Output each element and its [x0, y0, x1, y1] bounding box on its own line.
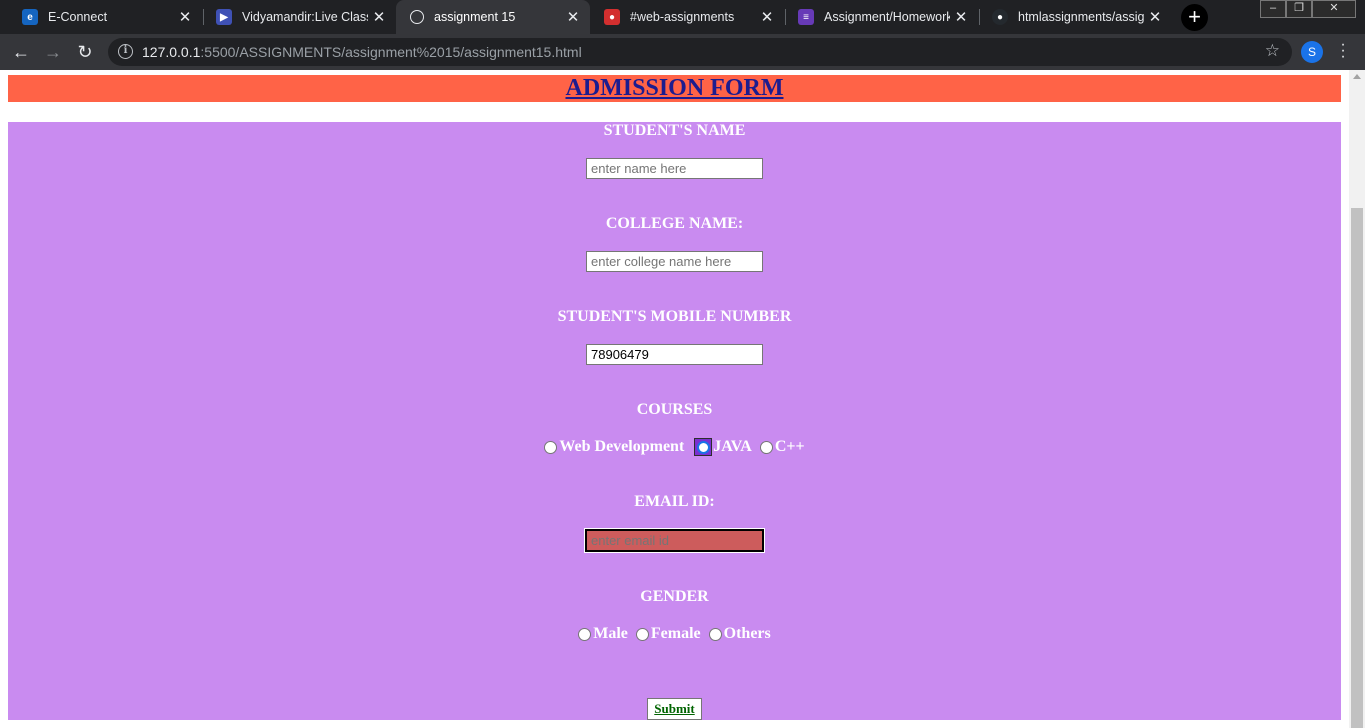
page-title: ADMISSION FORM: [565, 75, 784, 101]
email-label: EMAIL ID:: [634, 493, 715, 510]
college-name-input[interactable]: [586, 251, 763, 272]
admission-form: STUDENT'S NAME COLLEGE NAME: STUDENT'S M…: [8, 122, 1341, 720]
submit-button[interactable]: Submit: [647, 698, 702, 720]
reload-icon[interactable]: ↻: [73, 40, 97, 64]
profile-avatar[interactable]: S: [1301, 41, 1323, 63]
gender-male-label: Male: [593, 625, 628, 642]
course-java-focus-ring: [694, 438, 713, 456]
tab-title: htmlassignments/assign: [1018, 10, 1144, 24]
tab-live-class[interactable]: ▶ Vidyamandir:Live Class ✕: [202, 0, 396, 34]
page-header: ADMISSION FORM: [8, 75, 1341, 102]
close-icon[interactable]: ✕: [950, 8, 972, 26]
tab-strip: e E-Connect ✕ ▶ Vidyamandir:Live Class ✕…: [0, 0, 1365, 34]
window-close-button[interactable]: ✕: [1312, 0, 1356, 18]
back-arrow-icon[interactable]: ←: [9, 40, 33, 64]
list-icon: ≡: [798, 9, 814, 25]
address-bar[interactable]: i 127.0.0.1:5500/ASSIGNMENTS/assignment%…: [108, 38, 1292, 66]
course-java-radio[interactable]: [696, 440, 710, 454]
browser-toolbar: ← → ↻ i 127.0.0.1:5500/ASSIGNMENTS/assig…: [0, 34, 1365, 70]
course-web-radio[interactable]: [544, 440, 558, 454]
tab-assignment-homework[interactable]: ≡ Assignment/Homework ✕: [784, 0, 978, 34]
course-web-label: Web Development: [559, 438, 685, 455]
new-tab-button[interactable]: +: [1181, 4, 1208, 31]
close-icon[interactable]: ✕: [1144, 8, 1166, 26]
courses-radio-group: Web Development JAVA C++: [8, 438, 1341, 456]
live-class-icon: ▶: [216, 9, 232, 25]
page-scrollbar[interactable]: [1349, 70, 1365, 728]
bookmark-star-icon[interactable]: ☆: [1265, 41, 1280, 61]
chat-icon: ●: [604, 9, 620, 25]
student-name-label: STUDENT'S NAME: [603, 122, 746, 139]
minimize-button[interactable]: –: [1260, 0, 1286, 18]
page-viewport: ADMISSION FORM STUDENT'S NAME COLLEGE NA…: [0, 70, 1349, 728]
url-path: :5500/ASSIGNMENTS/assignment%2015/assign…: [200, 44, 582, 60]
gender-female-label: Female: [650, 625, 701, 642]
gender-male-radio[interactable]: [578, 627, 592, 641]
more-menu-icon[interactable]: · · ·: [1338, 37, 1348, 65]
gender-label: GENDER: [640, 588, 709, 605]
window-controls: – ❐ ✕: [1260, 0, 1356, 18]
course-cpp-radio[interactable]: [759, 440, 773, 454]
student-name-input[interactable]: [586, 158, 763, 179]
scroll-thumb[interactable]: [1351, 208, 1363, 728]
mobile-number-input[interactable]: [586, 344, 763, 365]
tab-title: assignment 15: [434, 10, 516, 24]
url-text: 127.0.0.1:5500/ASSIGNMENTS/assignment%20…: [142, 44, 582, 60]
email-input[interactable]: [584, 528, 765, 553]
scroll-up-arrow-icon[interactable]: [1353, 74, 1361, 79]
mobile-number-label: STUDENT'S MOBILE NUMBER: [557, 308, 792, 325]
info-icon[interactable]: i: [118, 44, 133, 59]
tab-econnect[interactable]: e E-Connect ✕: [8, 0, 202, 34]
tab-title: Assignment/Homework: [824, 10, 950, 24]
tab-title: #web-assignments: [630, 10, 735, 24]
github-icon: ●: [992, 9, 1008, 25]
gender-female-radio[interactable]: [635, 627, 649, 641]
restore-button[interactable]: ❐: [1286, 0, 1312, 18]
tab-web-assignments[interactable]: ● #web-assignments ✕: [590, 0, 784, 34]
courses-label: COURSES: [636, 401, 713, 418]
close-icon[interactable]: ✕: [368, 8, 390, 26]
tab-assignment-15[interactable]: assignment 15 ✕: [396, 0, 590, 34]
globe-icon: [410, 10, 424, 24]
url-host: 127.0.0.1: [142, 44, 201, 60]
econnect-icon: e: [22, 9, 38, 25]
close-icon[interactable]: ✕: [174, 8, 196, 26]
tab-title: Vidyamandir:Live Class: [242, 10, 368, 24]
gender-radio-group: Male Female Others: [8, 625, 1341, 643]
gender-others-label: Others: [723, 625, 771, 642]
gender-others-radio[interactable]: [708, 627, 722, 641]
course-cpp-label: C++: [774, 438, 805, 455]
tab-htmlassignments[interactable]: ● htmlassignments/assign ✕: [978, 0, 1172, 34]
college-name-label: COLLEGE NAME:: [605, 215, 744, 232]
close-icon[interactable]: ✕: [562, 8, 584, 26]
close-icon[interactable]: ✕: [756, 8, 778, 26]
forward-arrow-icon[interactable]: →: [41, 40, 65, 64]
course-java-label: JAVA: [713, 438, 752, 455]
tab-title: E-Connect: [48, 10, 108, 24]
